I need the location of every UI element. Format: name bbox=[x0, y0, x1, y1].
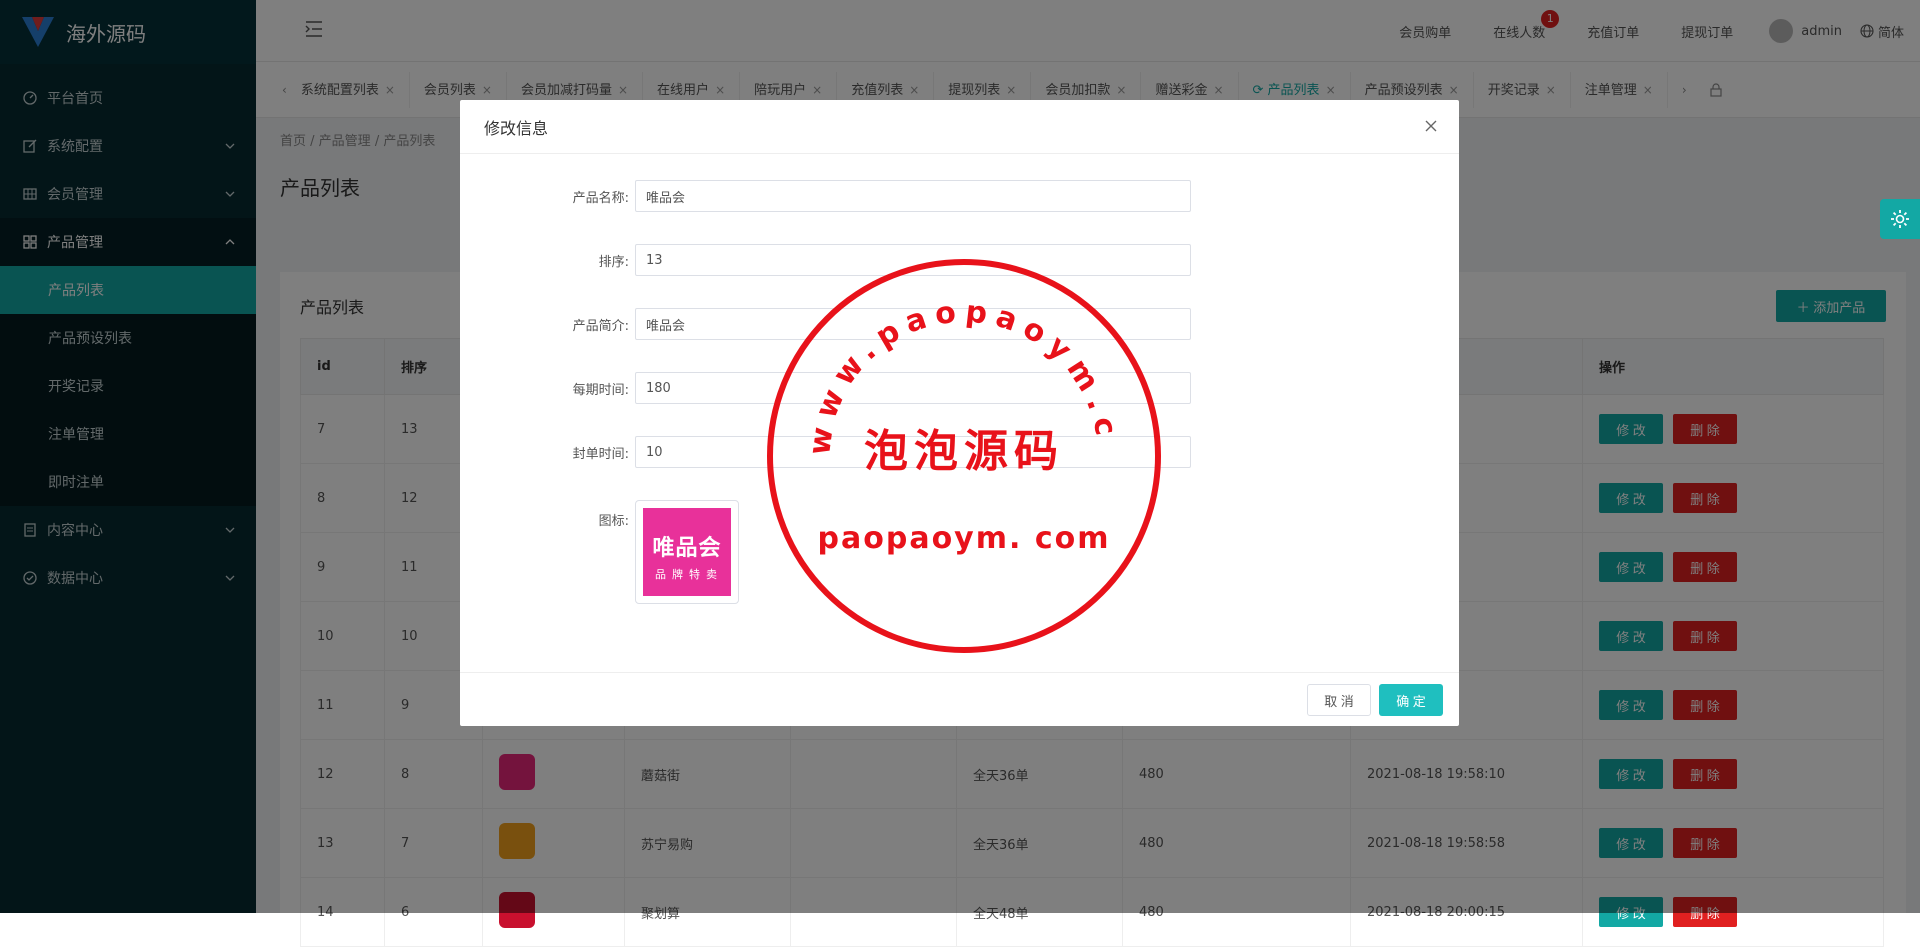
field-label: 产品简介: bbox=[572, 318, 629, 334]
field-label: 图标: bbox=[598, 514, 629, 529]
form-row-period: 每期时间: bbox=[460, 372, 1191, 404]
description-input[interactable] bbox=[635, 308, 1191, 340]
icon-uploader[interactable]: 唯品会 品牌特卖 bbox=[635, 500, 739, 604]
dialog-header: 修改信息 bbox=[460, 100, 1459, 154]
dialog-footer: 取 消 确 定 bbox=[460, 672, 1459, 726]
field-label: 排序: bbox=[598, 254, 629, 270]
dialog-title: 修改信息 bbox=[484, 118, 549, 138]
form-row-name: 产品名称: bbox=[460, 180, 1191, 212]
close-icon[interactable] bbox=[1423, 118, 1439, 134]
period-time-input[interactable] bbox=[635, 372, 1191, 404]
cancel-button[interactable]: 取 消 bbox=[1307, 684, 1371, 716]
gear-icon bbox=[1891, 210, 1909, 228]
form-row-close-time: 封单时间: bbox=[460, 436, 1191, 468]
settings-drawer-button[interactable] bbox=[1880, 199, 1920, 239]
form-row-desc: 产品简介: bbox=[460, 308, 1191, 340]
product-icon-image: 唯品会 品牌特卖 bbox=[643, 508, 731, 596]
form-row-icon: 图标: 唯品会 品牌特卖 bbox=[460, 500, 739, 604]
field-label: 每期时间: bbox=[572, 382, 629, 398]
confirm-button[interactable]: 确 定 bbox=[1379, 684, 1443, 716]
edit-dialog: 修改信息 产品名称: 排序: 产品简介: 每期时间: 封单时间: 图标: 唯品会… bbox=[460, 100, 1459, 726]
sort-input[interactable] bbox=[635, 244, 1191, 276]
icon-tagline-text: 品牌特卖 bbox=[655, 568, 723, 581]
form-row-sort: 排序: bbox=[460, 244, 1191, 276]
field-label: 封单时间: bbox=[572, 446, 629, 462]
field-label: 产品名称: bbox=[572, 190, 629, 206]
product-name-input[interactable] bbox=[635, 180, 1191, 212]
icon-brand-text: 唯品会 bbox=[652, 536, 722, 561]
close-time-input[interactable] bbox=[635, 436, 1191, 468]
